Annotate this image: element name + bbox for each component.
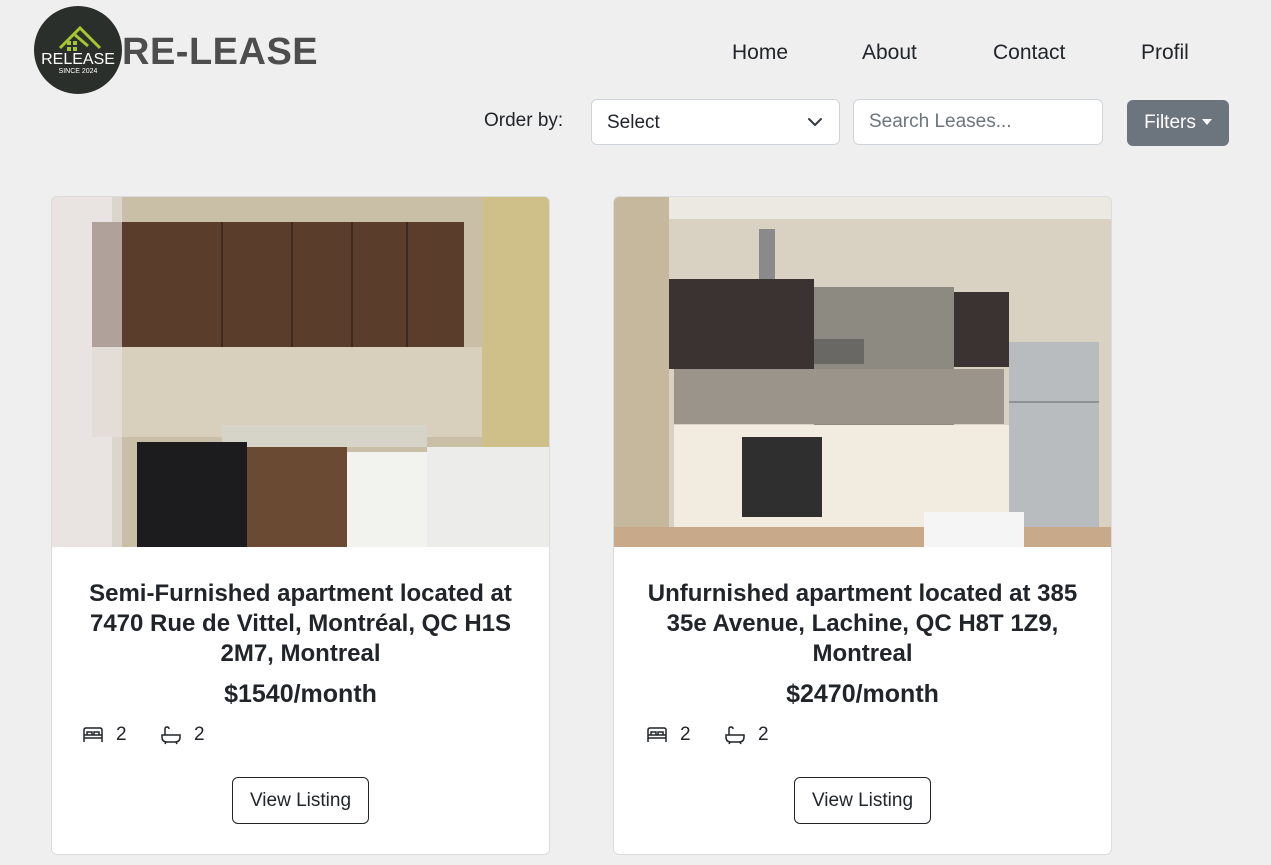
listing-title: Semi-Furnished apartment located at 7470… xyxy=(89,580,512,667)
listing-title: Unfurnished apartment located at 385 35e… xyxy=(647,580,1078,667)
search-input[interactable] xyxy=(853,99,1103,145)
order-by-select[interactable]: Select xyxy=(591,99,840,145)
nav-home[interactable]: Home xyxy=(732,40,788,66)
view-listing-button[interactable]: View Listing xyxy=(794,777,931,824)
chevron-down-icon xyxy=(808,118,822,126)
bathrooms-value: 2 xyxy=(194,724,205,745)
bath-icon xyxy=(161,726,181,745)
view-listing-button[interactable]: View Listing xyxy=(232,777,369,824)
svg-text:RELEASE: RELEASE xyxy=(41,51,115,68)
bed-icon xyxy=(647,727,667,742)
bathrooms-value: 2 xyxy=(758,724,769,745)
listing-card: Unfurnished apartment located at 385 35e… xyxy=(613,196,1112,855)
caret-down-icon xyxy=(1201,119,1212,125)
filters-button[interactable]: Filters xyxy=(1127,100,1229,146)
bedrooms-value: 2 xyxy=(680,724,691,745)
site-logo[interactable]: RELEASE SINCE 2024 xyxy=(34,6,122,94)
svg-text:SINCE 2024: SINCE 2024 xyxy=(59,68,98,75)
listing-photo[interactable] xyxy=(614,197,1111,547)
nav-profil[interactable]: Profil xyxy=(1141,40,1189,66)
nav-about[interactable]: About xyxy=(862,40,917,66)
nav-contact[interactable]: Contact xyxy=(993,40,1065,66)
listing-photo[interactable] xyxy=(52,197,549,547)
listing-price: $1540/month xyxy=(224,680,377,708)
listing-card: Semi-Furnished apartment located at 7470… xyxy=(51,196,550,855)
order-by-label: Order by: xyxy=(484,110,564,131)
order-by-value: Select xyxy=(607,112,660,133)
house-logo-icon: RELEASE SINCE 2024 xyxy=(41,25,115,75)
listing-price: $2470/month xyxy=(786,680,939,708)
filters-label: Filters xyxy=(1144,112,1196,133)
bed-icon xyxy=(83,727,103,742)
bedrooms-value: 2 xyxy=(116,724,127,745)
bath-icon xyxy=(725,726,745,745)
brand-name[interactable]: RE-LEASE xyxy=(122,28,318,76)
